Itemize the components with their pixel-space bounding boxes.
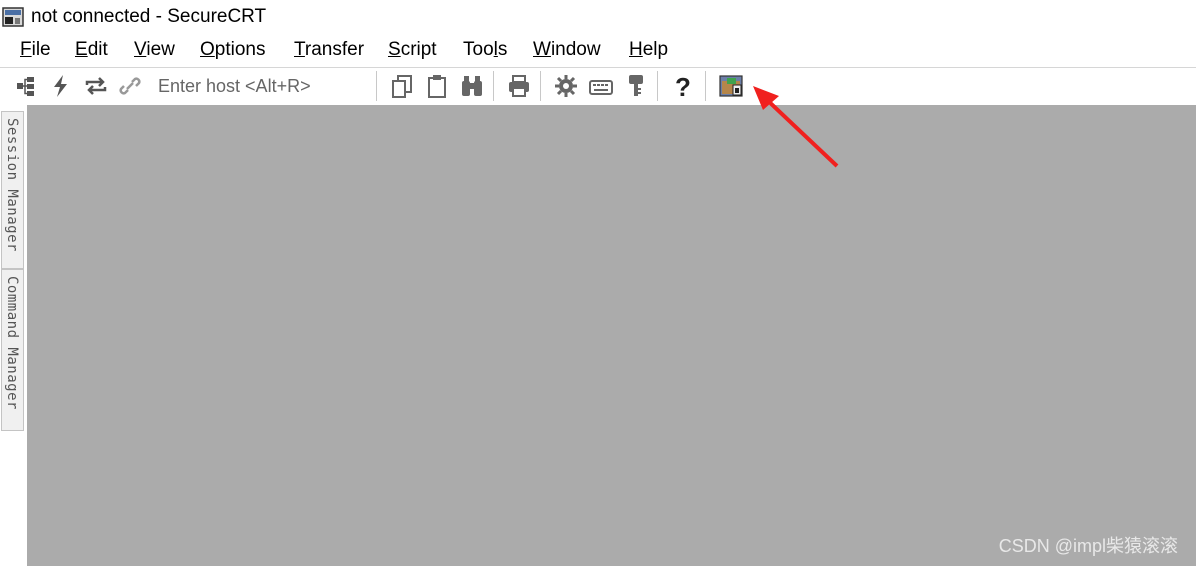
watermark: CSDN @impl柴猿滚滚 [998,536,1178,556]
help-icon[interactable]: ? [669,72,697,100]
annotation-arrow [753,86,839,168]
toolbar-separator [540,71,541,101]
svg-text:?: ? [675,73,691,99]
quick-connect-icon[interactable] [47,72,75,100]
securecrt-app-icon [2,6,24,28]
print-icon[interactable] [505,72,533,100]
menu-help[interactable]: Help [629,39,668,61]
window-title: not connected - SecureCRT [31,6,267,27]
toolbar-separator [705,71,706,101]
find-icon[interactable] [458,72,486,100]
side-panel: Session Manager Command Manager [0,105,26,566]
tab-label: Session Manager [4,118,20,252]
menu-window[interactable]: Window [533,39,601,61]
key-agent-icon[interactable] [622,72,650,100]
copy-icon[interactable] [388,72,416,100]
tab-command-manager[interactable]: Command Manager [1,269,24,431]
tab-session-manager[interactable]: Session Manager [1,111,24,269]
connect-icon[interactable] [12,72,40,100]
disconnect-icon[interactable] [116,72,144,100]
menu-bar: File Edit View Options Transfer Script T… [0,36,1196,66]
title-bar: not connected - SecureCRT [0,0,1196,34]
paste-icon[interactable] [423,72,451,100]
menu-tools[interactable]: Tools [463,39,507,61]
reconnect-icon[interactable] [82,72,110,100]
toolbar-separator [657,71,658,101]
menu-view[interactable]: View [134,39,175,61]
menu-file[interactable]: File [20,39,51,61]
session-workspace[interactable] [27,105,1196,566]
tab-label: Command Manager [4,276,20,410]
menu-script[interactable]: Script [388,39,437,61]
menu-edit[interactable]: Edit [75,39,108,61]
toolbar-separator [376,71,377,101]
menu-options[interactable]: Options [200,39,265,61]
toolbar: ? [0,68,1196,105]
session-options-icon[interactable] [552,72,580,100]
toolbar-separator [493,71,494,101]
menu-transfer[interactable]: Transfer [294,39,364,61]
sftp-session-icon[interactable] [717,72,745,100]
keymap-icon[interactable] [587,72,615,100]
host-input[interactable] [152,73,379,99]
